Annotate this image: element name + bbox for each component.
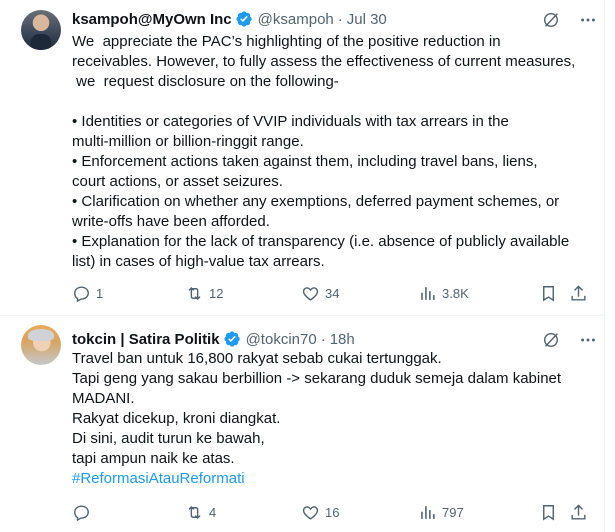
views-button[interactable]: 3.8K [418,284,469,303]
share-button[interactable] [569,284,588,303]
timestamp[interactable]: 18h [330,331,355,348]
repost-button[interactable]: 12 [185,284,223,303]
bookmark-button[interactable] [539,284,558,303]
tweet-line [72,92,597,112]
tweet-actions: 1 12 34 3.8K [72,284,592,304]
display-name[interactable]: ksampoh@MyOwn Inc [72,11,232,28]
repost-icon [188,505,201,520]
views-icon [421,506,435,519]
repost-icon [188,286,201,301]
like-count: 34 [325,286,340,301]
more-icon[interactable] [578,10,597,29]
tweet-line: Di sini, audit turun ke bawah, [72,430,265,447]
tweet-text: We appreciate the PAC’s highlighting of … [72,32,597,272]
like-icon [302,506,319,520]
reply-button[interactable]: 1 [72,284,103,303]
bookmark-icon [543,286,554,302]
handle[interactable]: @ksampoh [258,11,334,28]
hashtag-link[interactable]: #ReformasiAtauReformati [72,469,597,489]
timestamp[interactable]: Jul 30 [347,11,387,28]
like-count: 16 [325,505,340,520]
more-icon[interactable] [578,330,597,349]
verified-badge-icon [223,330,241,348]
tweet-line: list) in cases of high-value tax arrears… [72,253,325,270]
views-count: 3.8K [442,286,469,301]
tweet-line: • Explanation for the lack of transparen… [72,233,570,250]
verified-badge-icon [235,10,253,28]
tweet-actions: 4 16 797 [72,503,592,523]
handle[interactable]: @tokcin70 [246,331,317,348]
repost-count: 12 [209,286,224,301]
tweet[interactable]: ksampoh@MyOwn Inc @ksampoh · Jul 30 We a… [0,0,615,316]
reply-icon [74,505,89,522]
avatar[interactable] [21,325,61,365]
reply-button[interactable] [72,503,96,522]
tweet-line: Travel ban untuk 16,800 rakyat sebab cuk… [72,350,442,367]
like-button[interactable]: 34 [301,284,339,303]
avatar[interactable] [21,10,61,50]
tweet-line: • Enforcement actions taken against them… [72,153,538,170]
like-icon [302,287,319,301]
repost-button[interactable]: 4 [185,503,216,522]
tweet-top-actions [541,330,597,349]
tweet-top-actions [541,10,597,29]
reply-count: 1 [96,286,104,301]
bookmark-icon [543,505,554,521]
display-name[interactable]: tokcin | Satira Politik [72,331,220,348]
like-button[interactable]: 16 [301,503,339,522]
tweet-line: Tapi geng yang sakau berbillion -> sekar… [72,370,562,387]
grok-icon[interactable] [541,10,560,29]
tweet-line: MADANI. [72,390,135,407]
tweet-line: multi-million or billion-ringgit range. [72,133,304,150]
views-button[interactable]: 797 [418,503,464,522]
tweet-line: We appreciate the PAC’s highlighting of … [72,33,501,50]
separator: · [320,330,326,348]
tweet-text: Travel ban untuk 16,800 rakyat sebab cuk… [72,349,597,489]
share-button[interactable] [569,503,588,522]
share-icon [571,504,586,520]
tweet-line: tapi ampun naik ke atas. [72,450,235,467]
tweet-line: we request disclosure on the following- [72,73,339,90]
views-count: 797 [442,505,464,520]
tweet-line: write-offs have been afforded. [72,213,270,230]
tweet-line: • Identities or categories of VVIP indiv… [72,113,509,130]
reply-icon [74,286,89,303]
tweet-header: ksampoh@MyOwn Inc @ksampoh · Jul 30 [72,8,387,30]
bookmark-button[interactable] [539,503,558,522]
tweet-line: Rakyat dicekup, kroni diangkat. [72,410,281,427]
tweet-header: tokcin | Satira Politik @tokcin70 · 18h [72,328,355,350]
grok-icon[interactable] [541,330,560,349]
repost-count: 4 [209,505,217,520]
tweet-line: receivables. However, to fully assess th… [72,53,576,70]
separator: · [337,10,343,28]
tweet-line: court actions, or asset seizures. [72,173,283,190]
share-icon [571,285,586,301]
views-icon [421,287,435,300]
tweet-line: • Clarification on whether any exemption… [72,193,560,210]
